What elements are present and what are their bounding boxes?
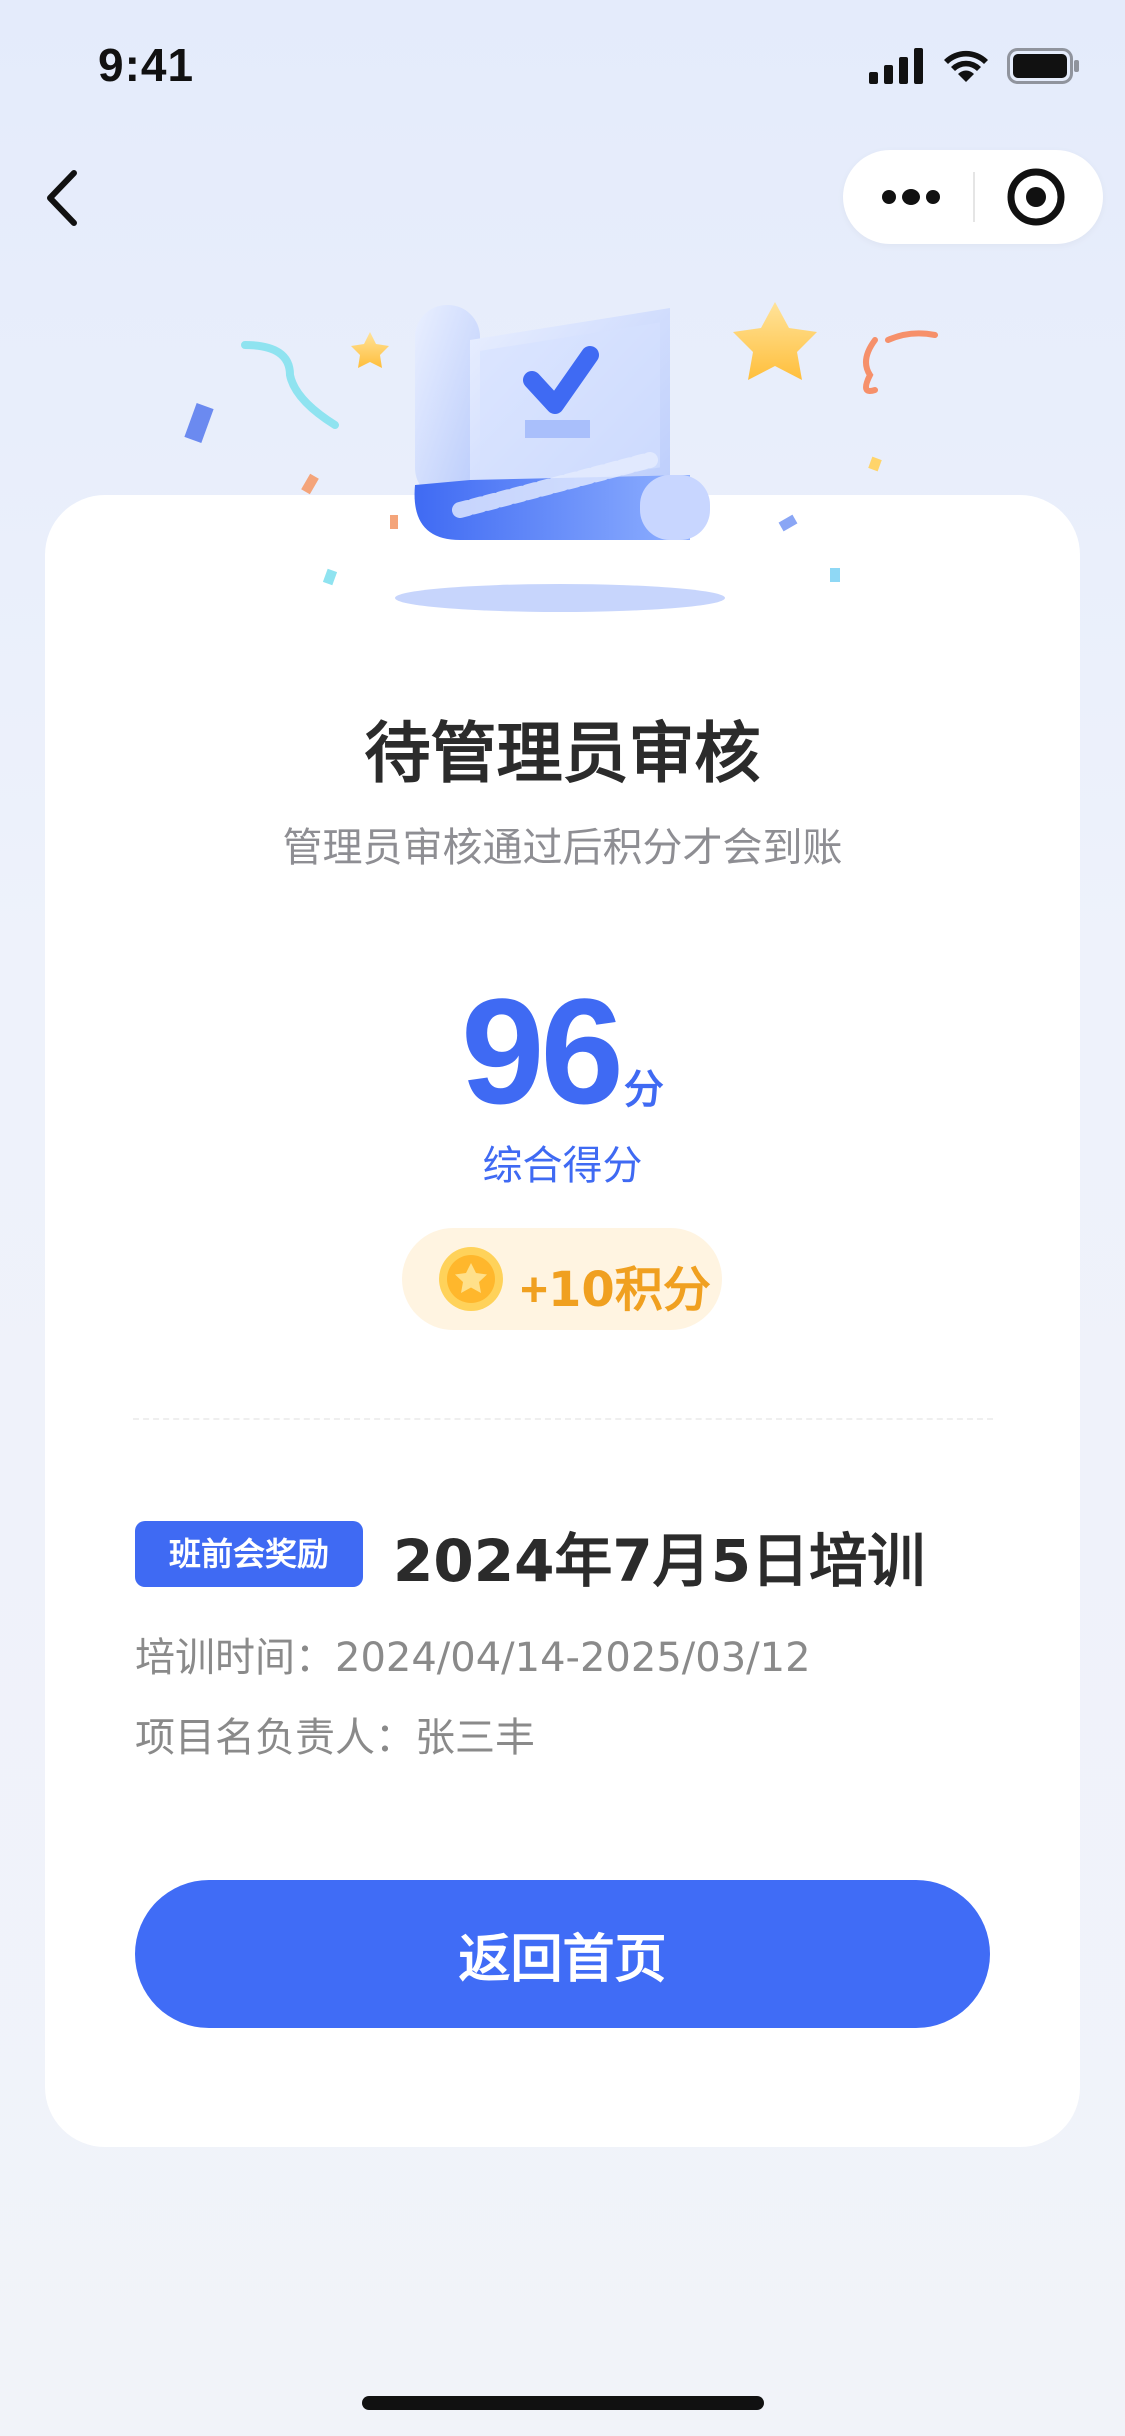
home-indicator — [362, 2396, 764, 2410]
project-owner-label: 项目名负责人： — [135, 1715, 415, 1761]
close-button[interactable] — [1006, 167, 1066, 227]
target-circle-icon — [1007, 168, 1065, 226]
chevron-left-icon — [47, 170, 77, 226]
section-divider — [133, 1418, 993, 1420]
training-time-row: 培训时间：2024/04/14-2025/03/12 — [135, 1625, 811, 1683]
training-time-label: 培训时间： — [135, 1635, 335, 1681]
reward-unit: 积分 — [614, 1262, 711, 1318]
training-time-value: 2024/04/14-2025/03/12 — [335, 1635, 811, 1681]
reward-type-tag: 班前会奖励 — [135, 1521, 363, 1587]
capsule-divider — [973, 172, 975, 222]
mini-program-capsule — [843, 150, 1103, 244]
training-title: 2024年7月5日培训 — [393, 1527, 926, 1595]
more-dots-icon — [882, 189, 940, 205]
status-time: 9:41 — [98, 39, 195, 91]
project-owner-value: 张三丰 — [415, 1715, 535, 1761]
pending-review-illustration-icon — [184, 302, 938, 612]
reward-plus: + — [520, 1264, 549, 1317]
score-value: 96 — [461, 967, 624, 1135]
reward-points-badge: +10积分 — [402, 1228, 722, 1330]
page-title: 待管理员审核 — [364, 715, 761, 792]
signal-icon — [869, 48, 923, 84]
back-button[interactable] — [38, 165, 88, 231]
score-unit: 分 — [623, 1067, 664, 1113]
battery-icon — [1007, 48, 1079, 84]
score-label: 综合得分 — [482, 1143, 643, 1189]
page-subtitle: 管理员审核通过后积分才会到账 — [282, 825, 843, 871]
return-home-button[interactable]: 返回首页 — [135, 1880, 990, 2028]
status-icons — [869, 46, 1081, 86]
project-owner-row: 项目名负责人：张三丰 — [135, 1705, 535, 1763]
more-button[interactable] — [881, 180, 941, 214]
score-display: 96 分 — [0, 965, 1125, 1138]
coin-star-icon — [439, 1247, 503, 1311]
wifi-icon — [944, 50, 988, 82]
reward-amount: 10 — [548, 1262, 615, 1318]
reward-points-text: +10积分 — [520, 1250, 711, 1320]
